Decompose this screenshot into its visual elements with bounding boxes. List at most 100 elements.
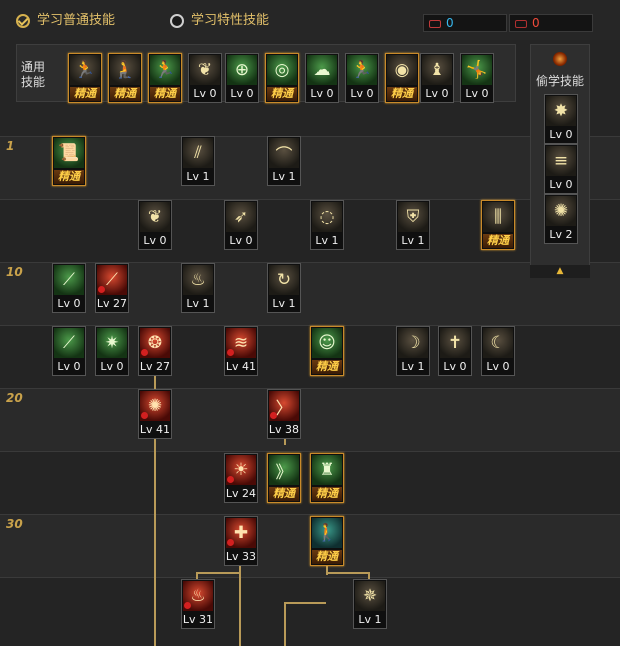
sp-blue-value: 0 xyxy=(446,16,454,30)
arrow-strike-icon: ➶ xyxy=(226,202,256,232)
skill-level: Lv 0 xyxy=(230,87,254,100)
mastery-badge: 精通 xyxy=(312,360,342,374)
gold-vortex-icon: ✵ xyxy=(355,581,385,611)
skill-level: Lv 1 xyxy=(315,234,339,247)
skill-slot[interactable]: ✺ Lv 41 xyxy=(138,389,172,439)
skill-level: Lv 0 xyxy=(350,87,374,100)
skill-slot[interactable]: 🏃 精通 xyxy=(148,53,182,103)
learn-special-label: 学习特性技能 xyxy=(191,13,270,28)
skill-slot[interactable]: 🏃 Lv 0 xyxy=(345,53,379,103)
locked-dot-icon xyxy=(227,539,234,546)
top-bar: 学习普通技能 学习特性技能 0 0 xyxy=(0,0,620,40)
arc-slash-icon: ⌒ xyxy=(269,138,299,168)
skill-slot[interactable]: ✚ Lv 33 xyxy=(224,516,258,566)
skill-level: Lv 0 xyxy=(486,360,510,373)
skill-slot[interactable]: ◎ 精通 xyxy=(265,53,299,103)
skill-slot[interactable]: ≡ Lv 0 xyxy=(544,144,578,194)
skill-slot[interactable]: ⊕ Lv 0 xyxy=(225,53,259,103)
skill-level: Lv 0 xyxy=(549,128,573,141)
skill-level: Lv 0 xyxy=(465,87,489,100)
mastery-badge: 精通 xyxy=(150,87,180,101)
skill-level: Lv 41 xyxy=(225,360,257,373)
slash-lines-icon: ≡ xyxy=(546,146,576,176)
skill-slot[interactable]: ✷ Lv 0 xyxy=(95,326,129,376)
skill-row xyxy=(0,136,620,199)
tree-connector xyxy=(326,572,370,574)
learn-special-skill-option[interactable]: 学习特性技能 xyxy=(170,13,269,31)
skill-slot[interactable]: ⟋ Lv 0 xyxy=(52,263,86,313)
vortex-icon: ◉ xyxy=(387,55,417,85)
triple-blade-icon: ⫼ xyxy=(483,202,513,232)
learn-normal-skill-option[interactable]: 学习普通技能 xyxy=(16,13,115,31)
skill-slot[interactable]: ⫼ 精通 xyxy=(481,200,515,250)
meditate-figure-icon: ☺ xyxy=(312,328,342,358)
skill-level: Lv 27 xyxy=(96,297,128,310)
skill-slot[interactable]: ❦ Lv 0 xyxy=(138,200,172,250)
skill-slot[interactable]: ❂ Lv 27 xyxy=(138,326,172,376)
mastery-badge: 精通 xyxy=(312,487,342,501)
skill-slot[interactable]: ☺ 精通 xyxy=(310,326,344,376)
mastery-badge: 精通 xyxy=(483,234,513,248)
skill-row xyxy=(0,577,620,640)
steal-skill-title: 偷学技能 xyxy=(535,74,584,88)
skill-level: Lv 0 xyxy=(143,234,167,247)
sp-red-value: 0 xyxy=(532,16,540,30)
skill-level: Lv 0 xyxy=(229,234,253,247)
skill-slot[interactable]: 〉 Lv 38 xyxy=(267,389,301,439)
skill-slot[interactable]: 》精通 xyxy=(267,453,301,503)
skill-slot[interactable]: ◌ Lv 1 xyxy=(310,200,344,250)
skill-slot[interactable]: ◉ 精通 xyxy=(385,53,419,103)
skill-slot[interactable]: ❦ Lv 0 xyxy=(188,53,222,103)
crosshair-icon: ⊕ xyxy=(227,55,257,85)
skill-level: Lv 1 xyxy=(358,613,382,626)
learn-normal-label: 学习普通技能 xyxy=(37,13,116,28)
tree-connector xyxy=(239,563,241,646)
skill-slot[interactable]: ✵ Lv 1 xyxy=(353,579,387,629)
skill-slot[interactable]: ♨ Lv 31 xyxy=(181,579,215,629)
skill-slot[interactable]: ✝ Lv 0 xyxy=(438,326,472,376)
crouch-figure-icon: 🏃 xyxy=(70,55,100,85)
skill-slot[interactable]: ⛨ Lv 1 xyxy=(396,200,430,250)
level-marker: 10 xyxy=(6,265,23,279)
collapse-button[interactable]: ▲ xyxy=(530,265,590,278)
skill-slot[interactable]: ➶ Lv 0 xyxy=(224,200,258,250)
skill-slot[interactable]: ☾ Lv 0 xyxy=(481,326,515,376)
skill-level: Lv 0 xyxy=(549,178,573,191)
skill-slot[interactable]: ✸ Lv 0 xyxy=(544,94,578,144)
skill-level: Lv 0 xyxy=(100,360,124,373)
common-skill-label: 通用 技能 xyxy=(20,60,45,89)
skill-slot[interactable]: 🧎 精通 xyxy=(108,53,142,103)
book-icon xyxy=(429,19,441,28)
burst-icon: ✸ xyxy=(546,96,576,126)
muscle-figure-icon: ♜ xyxy=(312,455,342,485)
skill-slot[interactable]: 🏃 精通 xyxy=(68,53,102,103)
wings-icon: ❦ xyxy=(190,55,220,85)
skill-slot[interactable]: 🤸 Lv 0 xyxy=(460,53,494,103)
strongman-icon: ♝ xyxy=(422,55,452,85)
skill-slot[interactable]: ☀ Lv 24 xyxy=(224,453,258,503)
skill-level: Lv 1 xyxy=(186,170,210,183)
level-marker: 30 xyxy=(6,517,23,531)
locked-dot-icon xyxy=(141,349,148,356)
skill-slot[interactable]: ✺ Lv 2 xyxy=(544,194,578,244)
skill-slot[interactable]: ↻ Lv 1 xyxy=(267,263,301,313)
tree-connector xyxy=(284,602,286,646)
skill-slot[interactable]: 📜 精通 xyxy=(52,136,86,186)
skill-level: Lv 27 xyxy=(139,360,171,373)
skill-slot[interactable]: ☁ Lv 0 xyxy=(305,53,339,103)
skill-slot[interactable]: ☽ Lv 1 xyxy=(396,326,430,376)
locked-dot-icon xyxy=(141,412,148,419)
skill-slot[interactable]: ⌒ Lv 1 xyxy=(267,136,301,186)
sp-counter-red: 0 xyxy=(509,14,593,32)
skill-slot[interactable]: ≋ Lv 41 xyxy=(224,326,258,376)
skill-slot[interactable]: ♝ Lv 0 xyxy=(420,53,454,103)
skill-slot[interactable]: ♨ Lv 1 xyxy=(181,263,215,313)
steal-orb-icon xyxy=(553,52,567,66)
shield-cross-icon: ⛨ xyxy=(398,202,428,232)
skill-slot[interactable]: ⟋ Lv 27 xyxy=(95,263,129,313)
locked-dot-icon xyxy=(227,349,234,356)
skill-slot[interactable]: ♜ 精通 xyxy=(310,453,344,503)
skill-slot[interactable]: ⟋ Lv 0 xyxy=(52,326,86,376)
skill-slot[interactable]: ⫽ Lv 1 xyxy=(181,136,215,186)
skill-slot[interactable]: 🚶 精通 xyxy=(310,516,344,566)
